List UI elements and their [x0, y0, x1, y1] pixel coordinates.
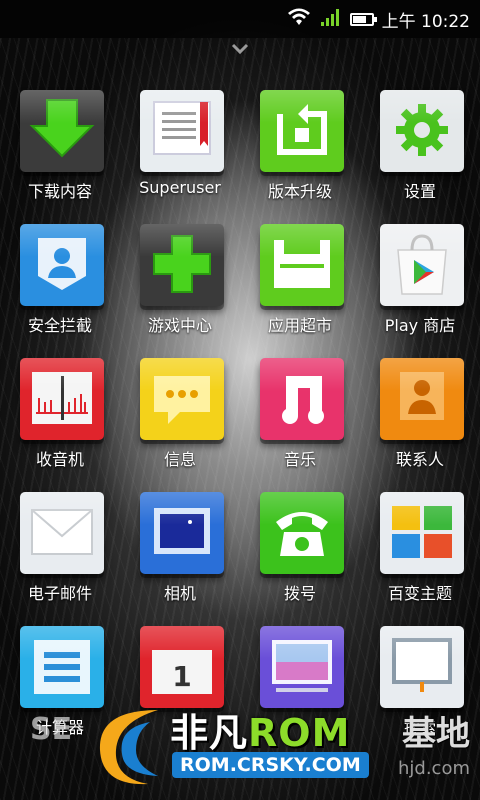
- status-time: 上午 10:22: [381, 11, 470, 32]
- watermark-brand: 非凡ROM: [170, 702, 350, 757]
- phone-icon: [260, 492, 344, 574]
- chevron-down-icon: [231, 40, 249, 59]
- app-label: 百变主题: [387, 584, 452, 603]
- gear-icon: [380, 90, 464, 172]
- calendar-day: 1: [172, 660, 191, 693]
- watermark-url: ROM.CRSKY.COM: [172, 752, 369, 778]
- app-dialer[interactable]: 拨号: [240, 492, 360, 626]
- app-label: 收音机: [35, 450, 84, 469]
- upgrade-icon: [260, 90, 344, 172]
- app-label: 音乐: [283, 450, 316, 469]
- watermark: SE 非凡ROM ROM.CRSKY.COM 基地 hjd.com: [0, 690, 480, 800]
- logo-icon: [99, 710, 158, 785]
- app-label: 下载内容: [27, 182, 92, 201]
- app-play-store[interactable]: Play 商店: [360, 224, 480, 358]
- app-store[interactable]: 应用超市: [240, 224, 360, 358]
- watermark-brand-b: ROM: [248, 711, 351, 755]
- app-label: 设置: [403, 182, 436, 201]
- dpad-icon: [140, 224, 224, 306]
- drawer-handle[interactable]: [0, 38, 480, 60]
- mail-icon: [20, 492, 104, 574]
- wifi-icon: [286, 7, 312, 31]
- app-upgrade[interactable]: 版本升级: [240, 90, 360, 224]
- status-bar: 上午 10:22: [0, 0, 480, 38]
- signal-icon: [320, 7, 342, 31]
- app-label: 电子邮件: [27, 584, 92, 603]
- app-superuser[interactable]: Superuser: [120, 90, 240, 224]
- app-label: 游戏中心: [147, 316, 212, 335]
- watermark-left-fragment: SE: [30, 712, 73, 747]
- shield-user-icon: [20, 224, 104, 306]
- app-label: 安全拦截: [27, 316, 92, 335]
- app-label: 版本升级: [267, 182, 332, 201]
- battery-icon: [349, 12, 377, 26]
- contact-icon: [380, 358, 464, 440]
- app-radio[interactable]: 收音机: [0, 358, 120, 492]
- app-email[interactable]: 电子邮件: [0, 492, 120, 626]
- app-label: Superuser: [139, 178, 221, 197]
- app-contacts[interactable]: 联系人: [360, 358, 480, 492]
- app-messages[interactable]: 信息: [120, 358, 240, 492]
- theme-icon: [380, 492, 464, 574]
- download-icon: [20, 90, 104, 172]
- message-icon: [140, 358, 224, 440]
- store-icon: [260, 224, 344, 306]
- app-label: 联系人: [395, 450, 444, 469]
- app-music[interactable]: 音乐: [240, 358, 360, 492]
- notebook-icon: [140, 90, 224, 172]
- watermark-brand-a: 非凡: [170, 711, 249, 755]
- camera-icon: [140, 492, 224, 574]
- app-label: 应用超市: [267, 316, 332, 335]
- app-label: Play 商店: [384, 316, 456, 335]
- app-camera[interactable]: 相机: [120, 492, 240, 626]
- watermark-side-text: 基地: [402, 714, 470, 754]
- app-label: 拨号: [283, 584, 316, 603]
- app-game-center[interactable]: 游戏中心: [120, 224, 240, 358]
- music-icon: [260, 358, 344, 440]
- play-store-icon: [380, 224, 464, 306]
- watermark-side-site: hjd.com: [398, 758, 470, 779]
- app-downloads[interactable]: 下载内容: [0, 90, 120, 224]
- app-themes[interactable]: 百变主题: [360, 492, 480, 626]
- radio-icon: [20, 358, 104, 440]
- app-label: 相机: [163, 584, 196, 603]
- app-label: 信息: [163, 450, 196, 469]
- app-settings[interactable]: 设置: [360, 90, 480, 224]
- app-security[interactable]: 安全拦截: [0, 224, 120, 358]
